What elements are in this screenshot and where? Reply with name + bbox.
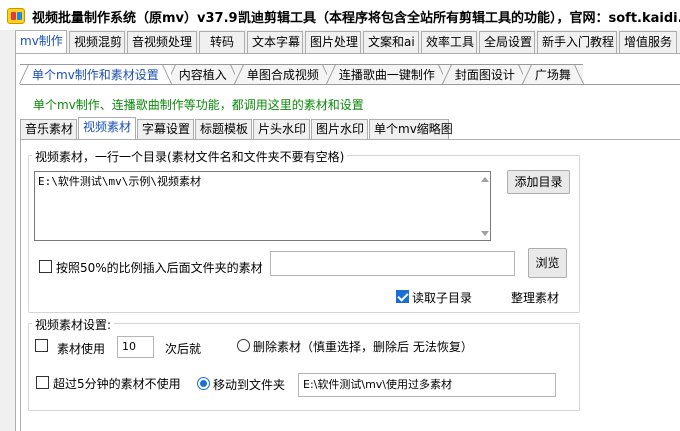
tab-subtitle-settings[interactable]: 字幕设置: [137, 119, 194, 139]
move-folder-path-input[interactable]: E:\软件测试\mv\使用过多素材: [298, 373, 556, 397]
subtab-single-image-video[interactable]: 单图合成视频: [234, 64, 331, 84]
tab-audio-video[interactable]: 音视频处理: [127, 31, 197, 53]
video-material-group-label: 视频素材，一行一个目录(素材文件名和文件夹不要有空格): [32, 148, 348, 165]
insert-ratio-checkbox[interactable]: [39, 260, 52, 273]
app-logo-icon: [7, 8, 25, 24]
insert-ratio-label: 按照50%的比例插入后面文件夹的素材: [56, 261, 263, 275]
after-label: 次后就: [165, 342, 202, 356]
move-to-folder-radio[interactable]: [197, 377, 210, 390]
tab-value-added[interactable]: 增值服务: [619, 31, 677, 53]
subtab-single-mv[interactable]: 单个mv制作和素材设置: [20, 64, 171, 84]
use-count-checkbox[interactable]: [35, 339, 48, 352]
read-subdir-checkbox[interactable]: [396, 290, 409, 303]
read-subdir-label: 读取子目录: [412, 291, 473, 305]
use-count-label: 素材使用: [57, 342, 106, 356]
subtab-playlist-songs[interactable]: 连播歌曲一键制作: [326, 64, 447, 84]
delete-material-label: 删除素材（慎重选择，删除后 无法恢复）: [253, 340, 473, 354]
tab-intro-watermark[interactable]: 片头水印: [253, 119, 310, 139]
browse-button[interactable]: 浏览: [528, 248, 567, 278]
tab-video-material[interactable]: 视频素材: [78, 117, 136, 139]
use-count-input[interactable]: 10: [117, 336, 154, 358]
add-directory-button[interactable]: 添加目录: [507, 170, 570, 194]
subtab-content-insert[interactable]: 内容植入: [166, 64, 239, 84]
move-to-folder-label: 移动到文件夹: [213, 378, 286, 392]
video-settings-group: [28, 323, 580, 411]
tab-beginner-tutorial[interactable]: 新手入门教程: [537, 31, 617, 53]
tab-video-mix[interactable]: 视频混剪: [69, 31, 125, 53]
app-title: 视频批量制作系统（原mv）v37.9: [32, 11, 238, 26]
delete-material-radio[interactable]: [237, 339, 250, 352]
app-subtitle: 凯迪剪辑工具（本程序将包含全站所有剪辑工具的功能），官网：soft.kaidi.…: [238, 11, 680, 26]
tab-mv-production[interactable]: mv制作: [15, 30, 67, 54]
tab-image-processing[interactable]: 图片处理: [305, 31, 361, 53]
directory-list-textarea[interactable]: E:\软件测试\mv\示例\视频素材: [34, 171, 491, 241]
material-tab-bar: 音乐素材 视频素材 字幕设置 标题模板 片头水印 图片水印 单个mv缩略图: [20, 117, 453, 139]
main-tab-bar: mv制作 视频混剪 音视频处理 转码 文本字幕 图片处理 文案和ai 效率工具 …: [15, 30, 679, 54]
over-5min-checkbox[interactable]: [36, 376, 49, 389]
tab-efficiency-tools[interactable]: 效率工具: [421, 31, 477, 53]
tab-text-subtitle[interactable]: 文本字幕: [247, 31, 303, 53]
tab-copy-ai[interactable]: 文案和ai: [363, 31, 419, 53]
section-description: 单个mv制作、连播歌曲制作等功能，都调用这里的素材和设置: [33, 98, 364, 112]
subtab-cover-design[interactable]: 封面图设计: [442, 64, 527, 84]
tab-transcode[interactable]: 转码: [199, 31, 245, 53]
insert-folder-input[interactable]: [270, 251, 515, 276]
organize-material-link[interactable]: 整理素材: [511, 289, 559, 306]
over-5min-label: 超过5分钟的素材不使用: [53, 377, 181, 391]
tab-image-watermark[interactable]: 图片水印: [311, 119, 368, 139]
tab-title-template[interactable]: 标题模板: [195, 119, 252, 139]
tab-global-settings[interactable]: 全局设置: [479, 31, 535, 53]
video-settings-group-label: 视频素材设置:: [32, 316, 115, 333]
title-bar: 视频批量制作系统（原mv）v37.9 凯迪剪辑工具（本程序将包含全站所有剪辑工具…: [0, 0, 680, 30]
scroll-up-arrow-icon[interactable]: [481, 177, 489, 182]
tab-mv-thumbnail[interactable]: 单个mv缩略图: [369, 119, 453, 139]
sub-tab-bar: 单个mv制作和素材设置 内容植入 单图合成视频 连播歌曲一键制作 封面图设计 广…: [20, 64, 583, 84]
scroll-down-arrow-icon[interactable]: [481, 231, 489, 236]
subtab-square-dance[interactable]: 广场舞: [522, 64, 583, 84]
tab-music-material[interactable]: 音乐素材: [20, 119, 77, 139]
textarea-scrollbar[interactable]: [479, 172, 490, 240]
